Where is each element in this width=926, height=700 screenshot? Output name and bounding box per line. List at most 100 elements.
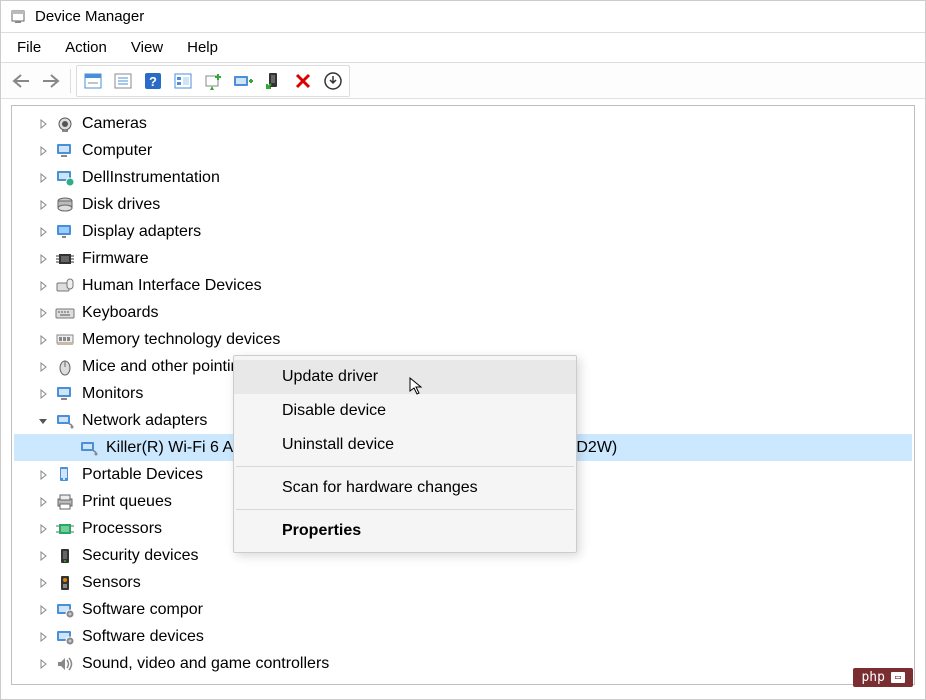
- security-icon: [54, 545, 76, 567]
- tree-node-label: Sound, video and game controllers: [82, 655, 329, 673]
- chevron-right-icon[interactable]: [36, 630, 50, 644]
- cpu-icon: [54, 518, 76, 540]
- diag-icon: [54, 167, 76, 189]
- tree-node-label: Monitors: [82, 385, 143, 403]
- window-title: Device Manager: [35, 8, 144, 25]
- computer-icon: [54, 140, 76, 162]
- nic-icon: [78, 437, 100, 459]
- ctx-update-driver[interactable]: Update driver: [234, 360, 576, 394]
- tree-node[interactable]: Disk drives: [14, 191, 912, 218]
- keyboard-icon: [54, 302, 76, 324]
- chevron-right-icon[interactable]: [36, 306, 50, 320]
- chevron-right-icon[interactable]: [36, 225, 50, 239]
- tree-node-label: Print queues: [82, 493, 172, 511]
- memory-icon: [54, 329, 76, 351]
- chevron-right-icon[interactable]: [36, 144, 50, 158]
- tree-node[interactable]: Display adapters: [14, 218, 912, 245]
- update-driver-button[interactable]: [199, 68, 227, 94]
- mouse-icon: [54, 356, 76, 378]
- titlebar: Device Manager: [1, 1, 925, 33]
- tree-node[interactable]: Cameras: [14, 110, 912, 137]
- chevron-right-icon[interactable]: [36, 198, 50, 212]
- tree-node[interactable]: Computer: [14, 137, 912, 164]
- tree-node-label: Disk drives: [82, 196, 160, 214]
- tree-node-label: Display adapters: [82, 223, 201, 241]
- tree-node-label: DellInstrumentation: [82, 169, 220, 187]
- tree-node-label: Software compor: [82, 601, 203, 619]
- tree-node[interactable]: Software compor: [14, 596, 912, 623]
- tree-node-label: Processors: [82, 520, 162, 538]
- chevron-right-icon[interactable]: [36, 522, 50, 536]
- menu-view[interactable]: View: [121, 35, 173, 60]
- chevron-right-icon[interactable]: [36, 468, 50, 482]
- menu-help[interactable]: Help: [177, 35, 228, 60]
- tree-node[interactable]: Memory technology devices: [14, 326, 912, 353]
- tree-node[interactable]: Human Interface Devices: [14, 272, 912, 299]
- portable-icon: [54, 464, 76, 486]
- chevron-right-icon[interactable]: [36, 279, 50, 293]
- sensor-icon: [54, 572, 76, 594]
- chevron-right-icon[interactable]: [36, 387, 50, 401]
- ctx-properties[interactable]: Properties: [234, 514, 576, 548]
- watermark: php ▭: [853, 668, 913, 687]
- tree-node-label: Sensors: [82, 574, 141, 592]
- chevron-right-icon[interactable]: [36, 360, 50, 374]
- network-icon: [54, 410, 76, 432]
- menu-action[interactable]: Action: [55, 35, 117, 60]
- tree-node[interactable]: Keyboards: [14, 299, 912, 326]
- tree-node-label: Portable Devices: [82, 466, 203, 484]
- svg-text:?: ?: [149, 74, 157, 89]
- tree-node[interactable]: Sensors: [14, 569, 912, 596]
- chevron-right-icon[interactable]: [36, 549, 50, 563]
- menu-file[interactable]: File: [7, 35, 51, 60]
- help-button[interactable]: ?: [139, 68, 167, 94]
- chevron-right-icon[interactable]: [36, 117, 50, 131]
- ctx-separator: [236, 466, 574, 467]
- printer-icon: [54, 491, 76, 513]
- uninstall-device-button[interactable]: [319, 68, 347, 94]
- chevron-right-icon[interactable]: [36, 576, 50, 590]
- software-icon: [54, 626, 76, 648]
- chevron-right-icon[interactable]: [36, 333, 50, 347]
- disk-icon: [54, 194, 76, 216]
- chevron-right-icon[interactable]: [36, 252, 50, 266]
- software-icon: [54, 599, 76, 621]
- scan-hardware-button[interactable]: [229, 68, 257, 94]
- tree-node[interactable]: Software devices: [14, 623, 912, 650]
- chevron-right-icon[interactable]: [36, 603, 50, 617]
- menubar: File Action View Help: [1, 33, 925, 63]
- toolbar-separator: [70, 69, 71, 93]
- show-hidden-button[interactable]: [79, 68, 107, 94]
- tree-node[interactable]: DellInstrumentation: [14, 164, 912, 191]
- properties-button[interactable]: [109, 68, 137, 94]
- tree-node-label: Software devices: [82, 628, 204, 646]
- tree-node-label: Memory technology devices: [82, 331, 280, 349]
- monitor-icon: [54, 383, 76, 405]
- forward-button[interactable]: [37, 68, 65, 94]
- tree-node[interactable]: Sound, video and game controllers: [14, 650, 912, 677]
- chip-icon: [54, 248, 76, 270]
- chevron-right-icon[interactable]: [36, 495, 50, 509]
- chevron-right-icon[interactable]: [36, 657, 50, 671]
- toolbar-group: ?: [76, 65, 350, 97]
- tree-node-label: Cameras: [82, 115, 147, 133]
- tree-node-label: Computer: [82, 142, 152, 160]
- watermark-badge: ▭: [891, 672, 905, 683]
- ctx-uninstall-device[interactable]: Uninstall device: [234, 428, 576, 462]
- context-menu: Update driver Disable device Uninstall d…: [233, 355, 577, 553]
- disable-device-button[interactable]: [289, 68, 317, 94]
- ctx-separator: [236, 509, 574, 510]
- toolbar: ?: [1, 63, 925, 99]
- devices-by-type-button[interactable]: [169, 68, 197, 94]
- ctx-disable-device[interactable]: Disable device: [234, 394, 576, 428]
- tree-node[interactable]: Firmware: [14, 245, 912, 272]
- chevron-down-icon[interactable]: [36, 414, 50, 428]
- app-icon: [9, 8, 27, 26]
- ctx-scan-hardware[interactable]: Scan for hardware changes: [234, 471, 576, 505]
- back-button[interactable]: [7, 68, 35, 94]
- tree-node-label: Firmware: [82, 250, 149, 268]
- tree-node-label: Human Interface Devices: [82, 277, 262, 295]
- enable-device-button[interactable]: [259, 68, 287, 94]
- chevron-right-icon[interactable]: [36, 171, 50, 185]
- sound-icon: [54, 653, 76, 675]
